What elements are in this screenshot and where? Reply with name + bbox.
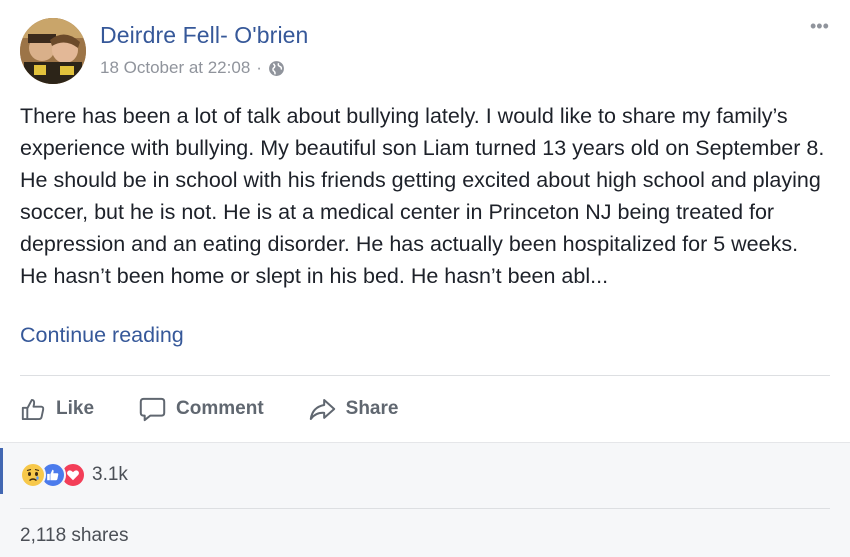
- share-button[interactable]: Share: [308, 396, 399, 423]
- globe-icon[interactable]: [268, 60, 285, 77]
- avatar[interactable]: [20, 18, 86, 84]
- like-button[interactable]: Like: [20, 396, 94, 423]
- continue-reading-link[interactable]: Continue reading: [20, 323, 184, 348]
- timestamp[interactable]: 18 October at 22:08: [100, 58, 250, 78]
- post-body: There has been a lot of talk about bully…: [20, 104, 825, 288]
- thumbs-up-icon: [21, 398, 45, 420]
- sad-reaction-icon: [20, 462, 46, 488]
- comment-bubble-icon: [139, 397, 166, 421]
- meta-separator: ·: [256, 58, 262, 77]
- comment-label: Comment: [176, 398, 264, 419]
- facebook-post: Deirdre Fell- O'brien 18 October at 22:0…: [0, 0, 850, 557]
- reaction-count[interactable]: 3.1k: [92, 464, 128, 486]
- share-label: Share: [345, 398, 399, 419]
- share-count[interactable]: 2,118 shares: [20, 525, 128, 547]
- divider: [20, 375, 830, 376]
- author-name[interactable]: Deirdre Fell- O'brien: [100, 22, 308, 49]
- post-meta: 18 October at 22:08 ·: [100, 57, 285, 79]
- footer-divider: [20, 508, 830, 509]
- focus-indicator: [0, 448, 3, 494]
- like-label: Like: [56, 398, 95, 419]
- share-arrow-icon: [309, 398, 335, 420]
- more-options-icon[interactable]: •••: [810, 17, 829, 35]
- action-bar: Like Comment Share: [20, 390, 442, 428]
- comment-button[interactable]: Comment: [138, 396, 264, 423]
- avatar-photo: [20, 18, 86, 84]
- reactions-summary[interactable]: 3.1k: [20, 460, 128, 490]
